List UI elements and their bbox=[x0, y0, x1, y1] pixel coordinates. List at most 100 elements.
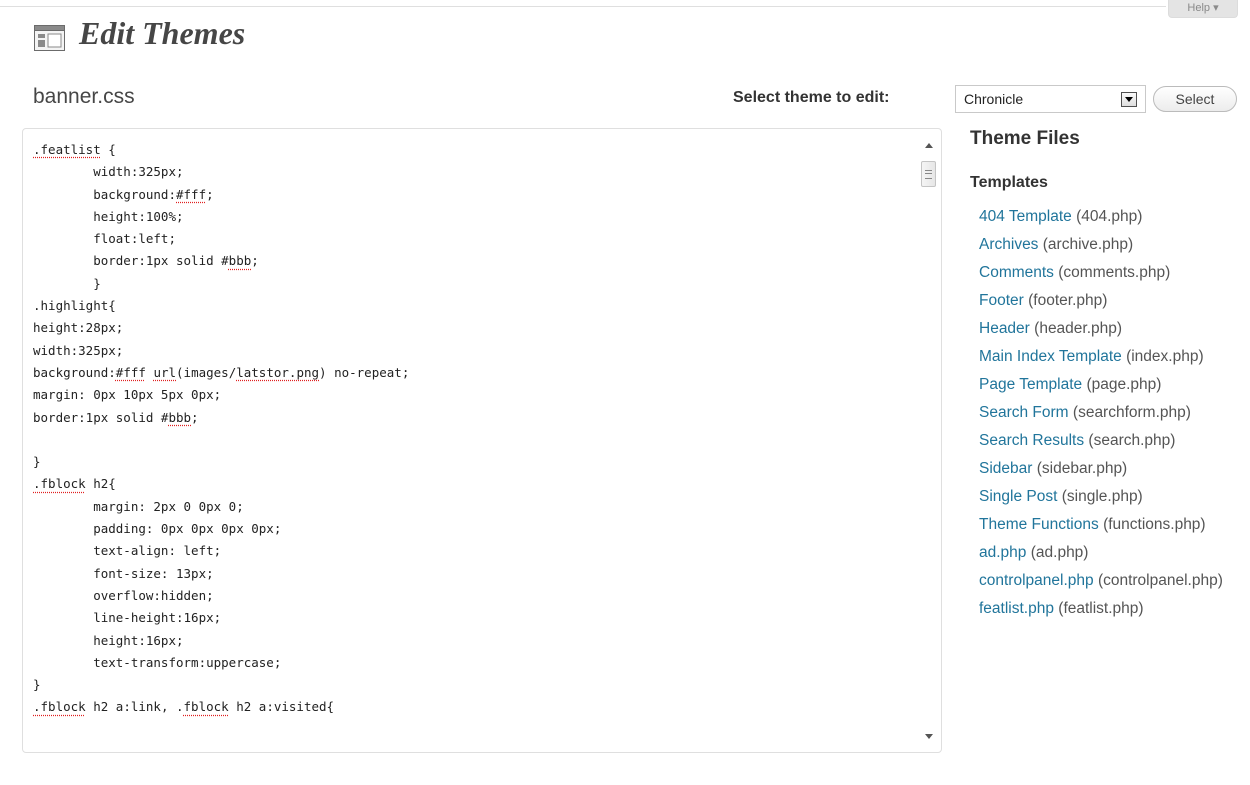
theme-file-link[interactable]: 404 Template bbox=[979, 208, 1072, 225]
code-text: margin: 2px 0 0px 0; bbox=[33, 498, 244, 514]
theme-file-item: Theme Functions (functions.php) bbox=[979, 513, 1241, 537]
code-text: border:1px solid # bbox=[33, 253, 229, 269]
theme-file-item: Search Results (search.php) bbox=[979, 429, 1241, 453]
theme-file-filename: (header.php) bbox=[1034, 320, 1123, 337]
theme-file-item: Comments (comments.php) bbox=[979, 261, 1241, 285]
code-text: padding: 0px 0px 0px 0px; bbox=[33, 521, 282, 537]
scroll-thumb[interactable] bbox=[921, 161, 936, 187]
theme-file-filename: (searchform.php) bbox=[1072, 404, 1191, 421]
theme-file-filename: (404.php) bbox=[1076, 208, 1143, 225]
theme-file-filename: (footer.php) bbox=[1028, 292, 1108, 309]
code-line: height:16px; bbox=[33, 630, 913, 652]
code-text: } bbox=[33, 275, 101, 291]
theme-file-filename: (comments.php) bbox=[1058, 264, 1171, 281]
code-line: } bbox=[33, 273, 913, 295]
theme-file-link[interactable]: Sidebar bbox=[979, 460, 1032, 477]
theme-file-link[interactable]: Search Form bbox=[979, 404, 1069, 421]
dropdown-arrow-icon[interactable] bbox=[1121, 92, 1137, 107]
theme-file-filename: (ad.php) bbox=[1030, 544, 1089, 561]
theme-file-link[interactable]: Comments bbox=[979, 264, 1054, 281]
theme-file-filename: (single.php) bbox=[1061, 488, 1143, 505]
theme-select[interactable]: Chronicle bbox=[955, 85, 1146, 113]
code-textarea[interactable]: .featlist { width:325px; background:#fff… bbox=[33, 139, 913, 719]
code-line: padding: 0px 0px 0px 0px; bbox=[33, 518, 913, 540]
theme-file-item: 404 Template (404.php) bbox=[979, 205, 1241, 229]
code-line: .fblock h2 a:link, .fblock h2 a:visited{ bbox=[33, 696, 913, 718]
theme-file-filename: (index.php) bbox=[1126, 348, 1204, 365]
theme-file-item: Header (header.php) bbox=[979, 317, 1241, 341]
help-tab[interactable]: Help ▾ bbox=[1168, 0, 1238, 18]
theme-file-link[interactable]: Page Template bbox=[979, 376, 1082, 393]
misspelled-token: bbb bbox=[228, 253, 252, 269]
code-text: float:left; bbox=[33, 231, 176, 247]
code-text: line-height:16px; bbox=[33, 610, 222, 626]
code-text: width:325px; bbox=[33, 342, 124, 358]
scroll-up-arrow-icon[interactable] bbox=[920, 135, 938, 153]
theme-file-link[interactable]: Main Index Template bbox=[979, 348, 1122, 365]
code-line: width:325px; bbox=[33, 340, 913, 362]
code-text: h2 a:visited{ bbox=[228, 699, 335, 715]
theme-file-filename: (page.php) bbox=[1086, 376, 1162, 393]
code-line: overflow:hidden; bbox=[33, 585, 913, 607]
code-text: text-align: left; bbox=[33, 543, 222, 559]
page-title: Edit Themes bbox=[79, 15, 246, 51]
theme-file-link[interactable]: Search Results bbox=[979, 432, 1084, 449]
code-text: h2{ bbox=[85, 476, 116, 492]
top-divider bbox=[0, 6, 1166, 7]
code-text: ; bbox=[251, 253, 259, 269]
theme-file-filename: (controlpanel.php) bbox=[1097, 572, 1223, 589]
code-text: h2 a:link, . bbox=[85, 699, 184, 715]
code-text: background: bbox=[33, 364, 116, 380]
select-theme-button[interactable]: Select bbox=[1153, 86, 1237, 112]
code-text: border:1px solid # bbox=[33, 409, 169, 425]
theme-select-label: Select theme to edit: bbox=[733, 89, 890, 106]
code-line: border:1px solid #bbb; bbox=[33, 250, 913, 272]
editor-scrollbar[interactable] bbox=[920, 131, 938, 750]
misspelled-token: url bbox=[153, 364, 177, 380]
code-text: height:28px; bbox=[33, 320, 124, 336]
code-text: } bbox=[33, 454, 41, 470]
misspelled-token: #fff bbox=[176, 186, 207, 202]
code-text: height:100%; bbox=[33, 208, 184, 224]
misspelled-token: fblock bbox=[183, 699, 229, 715]
code-line: background:#fff; bbox=[33, 184, 913, 206]
code-line: } bbox=[33, 451, 913, 473]
theme-file-item: Archives (archive.php) bbox=[979, 233, 1241, 257]
code-editor[interactable]: .featlist { width:325px; background:#fff… bbox=[22, 128, 942, 753]
misspelled-token: latstor.png bbox=[236, 364, 320, 380]
code-text: text-transform:uppercase; bbox=[33, 654, 282, 670]
theme-file-filename: (sidebar.php) bbox=[1036, 460, 1128, 477]
code-line: font-size: 13px; bbox=[33, 563, 913, 585]
theme-file-link[interactable]: Footer bbox=[979, 292, 1024, 309]
theme-file-link[interactable]: Archives bbox=[979, 236, 1038, 253]
code-text: ) no-repeat; bbox=[319, 364, 410, 380]
scroll-down-arrow-icon[interactable] bbox=[920, 728, 938, 746]
code-text: font-size: 13px; bbox=[33, 565, 214, 581]
code-line: line-height:16px; bbox=[33, 607, 913, 629]
code-line: border:1px solid #bbb; bbox=[33, 407, 913, 429]
misspelled-token: #fff bbox=[115, 364, 146, 380]
code-line: text-align: left; bbox=[33, 540, 913, 562]
theme-file-link[interactable]: Header bbox=[979, 320, 1030, 337]
theme-file-link[interactable]: featlist.php bbox=[979, 600, 1054, 617]
theme-file-link[interactable]: Single Post bbox=[979, 488, 1057, 505]
misspelled-token: bbb bbox=[168, 409, 192, 425]
theme-file-item: featlist.php (featlist.php) bbox=[979, 597, 1241, 621]
theme-file-link[interactable]: Theme Functions bbox=[979, 516, 1099, 533]
misspelled-token: .fblock bbox=[33, 699, 86, 715]
theme-file-item: controlpanel.php (controlpanel.php) bbox=[979, 569, 1241, 593]
theme-file-item: Search Form (searchform.php) bbox=[979, 401, 1241, 425]
code-line: float:left; bbox=[33, 228, 913, 250]
code-text: margin: 0px 10px 5px 0px; bbox=[33, 387, 222, 403]
misspelled-token: .fblock bbox=[33, 476, 86, 492]
theme-files-heading: Theme Files bbox=[970, 128, 1080, 149]
code-line: .fblock h2{ bbox=[33, 473, 913, 495]
theme-file-link[interactable]: controlpanel.php bbox=[979, 572, 1094, 589]
theme-file-filename: (archive.php) bbox=[1042, 236, 1134, 253]
code-text: .highlight{ bbox=[33, 298, 116, 314]
code-line: } bbox=[33, 674, 913, 696]
theme-file-link[interactable]: ad.php bbox=[979, 544, 1026, 561]
code-text: height:16px; bbox=[33, 632, 184, 648]
code-text: } bbox=[33, 677, 41, 693]
